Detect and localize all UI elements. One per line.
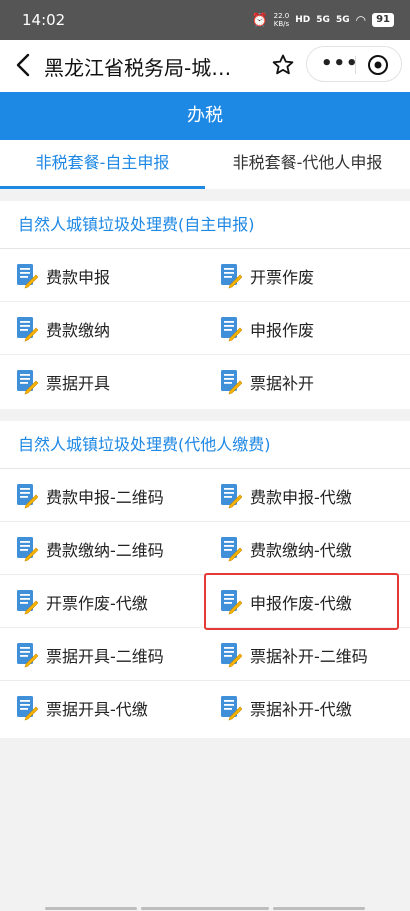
menu-item-label: 票据补开-二维码: [250, 646, 368, 666]
menu-item-fee-declare-qrcode[interactable]: 费款申报-二维码: [0, 469, 205, 522]
section-title: 自然人城镇垃圾处理费(代他人缴费): [0, 421, 410, 469]
alarm-icon: ⏰: [251, 12, 268, 28]
tab-bar: 非税套餐-自主申报 非税套餐-代他人申报: [0, 140, 410, 189]
tab-declare-for-others[interactable]: 非税套餐-代他人申报: [205, 140, 410, 189]
document-edit-icon: [16, 316, 39, 342]
menu-item-label: 费款申报-二维码: [46, 487, 164, 507]
menu-item-label: 费款申报-代缴: [250, 487, 352, 507]
home-indicator-left: [45, 907, 137, 910]
menu-item-receipt-reissue-qrcode[interactable]: 票据补开-二维码: [205, 628, 410, 681]
title-bar: 黑龙江省税务局-城… •••: [0, 40, 410, 92]
menu-row: 票据开具 票据补开: [0, 355, 410, 408]
document-edit-icon: [220, 695, 243, 721]
net-speed: 22.0 KB/s: [273, 12, 290, 28]
document-edit-icon: [220, 589, 243, 615]
document-edit-icon: [220, 536, 243, 562]
document-edit-icon: [220, 263, 243, 289]
document-edit-icon: [220, 483, 243, 509]
more-icon[interactable]: •••: [321, 55, 359, 73]
document-edit-icon: [16, 589, 39, 615]
status-bar: 14:02 ⏰ 22.0 KB/s HD 5G 5G ◠ 91: [0, 0, 410, 40]
menu-row: 费款缴纳 申报作废: [0, 302, 410, 355]
document-edit-icon: [16, 483, 39, 509]
battery-icon: 91: [372, 13, 394, 27]
menu-row: 开票作废-代缴 申报作废-代缴: [0, 575, 410, 628]
close-target-icon[interactable]: [367, 54, 389, 76]
document-edit-icon: [16, 695, 39, 721]
home-indicator-center: [141, 907, 269, 910]
menu-item-fee-declare-proxy[interactable]: 费款申报-代缴: [205, 469, 410, 522]
signal-icon: 5G: [316, 15, 330, 25]
menu-row: 票据开具-代缴 票据补开-代缴: [0, 681, 410, 734]
wifi-icon: ◠: [355, 13, 367, 27]
tab-self-declare[interactable]: 非税套餐-自主申报: [0, 140, 205, 189]
hd-icon: HD: [295, 15, 311, 25]
status-time: 14:02: [22, 11, 66, 29]
menu-item-declare-void-proxy[interactable]: 申报作废-代缴: [205, 575, 410, 628]
menu-item-label: 费款缴纳-二维码: [46, 540, 164, 560]
document-edit-icon: [220, 642, 243, 668]
menu-item-receipt-reissue-proxy[interactable]: 票据补开-代缴: [205, 681, 410, 734]
menu-item-label: 票据开具-代缴: [46, 699, 148, 719]
menu-item-label: 开票作废: [250, 267, 315, 287]
menu-item-declare-void[interactable]: 申报作废: [205, 302, 410, 355]
menu-item-fee-payment-proxy[interactable]: 费款缴纳-代缴: [205, 522, 410, 575]
document-edit-icon: [16, 536, 39, 562]
section-pay-for-others: 自然人城镇垃圾处理费(代他人缴费) 费款申报-二维码 费款申报-代缴 费款缴纳-…: [0, 421, 410, 738]
header-banner: 办税: [0, 92, 410, 140]
menu-item-label: 申报作废-代缴: [250, 593, 352, 613]
menu-item-receipt-reissue[interactable]: 票据补开: [205, 355, 410, 408]
signal-icon-2: 5G: [335, 15, 350, 25]
menu-item-label: 费款缴纳: [46, 320, 111, 340]
menu-item-label: 费款缴纳-代缴: [250, 540, 352, 560]
menu-item-receipt-issue[interactable]: 票据开具: [0, 355, 205, 408]
status-icons: ⏰ 22.0 KB/s HD 5G 5G ◠ 91: [251, 12, 394, 28]
menu-row: 票据开具-二维码 票据补开-二维码: [0, 628, 410, 681]
section-self-declare: 自然人城镇垃圾处理费(自主申报) 费款申报 开票作废 费款缴纳 申报作废 票据开…: [0, 201, 410, 409]
document-edit-icon: [16, 263, 39, 289]
document-edit-icon: [16, 642, 39, 668]
menu-item-label: 票据开具-二维码: [46, 646, 164, 666]
menu-item-receipt-issue-proxy[interactable]: 票据开具-代缴: [0, 681, 205, 734]
section-title: 自然人城镇垃圾处理费(自主申报): [0, 201, 410, 249]
menu-item-invoice-void-proxy[interactable]: 开票作废-代缴: [0, 575, 205, 628]
menu-item-fee-payment-qrcode[interactable]: 费款缴纳-二维码: [0, 522, 205, 575]
document-edit-icon: [220, 316, 243, 342]
menu-item-label: 票据补开-代缴: [250, 699, 352, 719]
menu-item-label: 开票作废-代缴: [46, 593, 148, 613]
document-edit-icon: [220, 369, 243, 395]
tab-active-underline: [0, 186, 205, 189]
star-icon[interactable]: [271, 53, 295, 77]
menu-item-receipt-issue-qrcode[interactable]: 票据开具-二维码: [0, 628, 205, 681]
menu-row: 费款申报-二维码 费款申报-代缴: [0, 469, 410, 522]
document-edit-icon: [16, 369, 39, 395]
menu-item-label: 费款申报: [46, 267, 111, 287]
menu-item-fee-declare[interactable]: 费款申报: [0, 249, 205, 302]
home-indicator-right: [273, 907, 365, 910]
menu-item-label: 票据开具: [46, 373, 111, 393]
menu-item-label: 申报作废: [250, 320, 315, 340]
menu-item-fee-payment[interactable]: 费款缴纳: [0, 302, 205, 355]
miniprogram-capsule: •••: [306, 46, 402, 82]
menu-item-invoice-void[interactable]: 开票作废: [205, 249, 410, 302]
back-icon[interactable]: [12, 50, 36, 80]
menu-row: 费款缴纳-二维码 费款缴纳-代缴: [0, 522, 410, 575]
page-title: 黑龙江省税务局-城…: [44, 56, 232, 80]
menu-row: 费款申报 开票作废: [0, 249, 410, 302]
capsule-divider: [355, 56, 356, 74]
menu-item-label: 票据补开: [250, 373, 315, 393]
